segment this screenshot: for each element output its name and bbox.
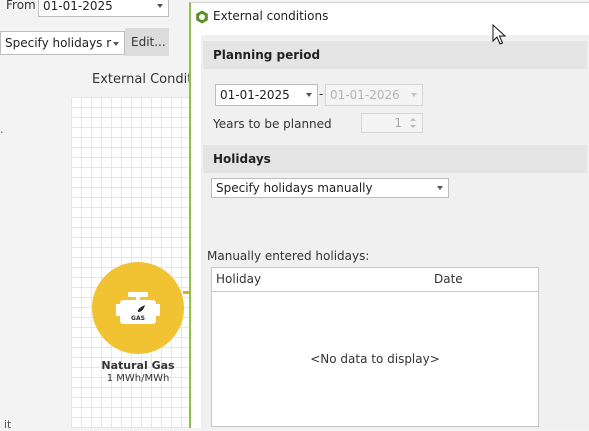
manual-holidays-label: Manually entered holidays: [207,249,370,263]
spin-down-icon [410,125,416,128]
column-header-holiday[interactable]: Holiday [216,272,261,286]
holidays-header: Holidays [203,145,587,173]
start-date-value: 01-01-2025 [220,88,290,102]
chevron-down-icon [306,93,312,97]
gas-icon: GAS [116,292,160,324]
years-to-plan-spinner: 1 [361,113,423,133]
chevron-down-icon [411,93,417,97]
dialog-body: Planning period 01-01-2025 - 01-01-2026 … [201,35,589,429]
holidays-table[interactable]: Holiday Date <No data to display> [211,267,539,427]
spin-up-icon [410,118,416,121]
chevron-down-icon [437,186,443,190]
external-conditions-dialog: External conditions Planning period 01-0… [189,2,589,429]
holidays-mode-combo[interactable]: Specify holidays r [0,31,125,55]
left-edge-mark: · [0,126,4,139]
chevron-down-icon [113,42,119,46]
table-header-row: Holiday Date [212,268,538,292]
planning-period-header: Planning period [203,41,587,69]
left-edge-text: it [4,418,12,431]
end-date-value: 01-01-2026 [330,88,400,102]
dialog-title: External conditions [213,9,329,23]
canvas-title: External Conditi [92,72,196,87]
app-logo-icon [196,10,208,24]
edit-button[interactable]: Edit... [125,28,169,56]
svg-text:GAS: GAS [131,315,145,322]
from-date-value: 01-01-2025 [43,0,113,13]
natural-gas-label: Natural Gas [101,359,175,372]
column-header-date[interactable]: Date [434,272,463,286]
holidays-mode-select[interactable]: Specify holidays manually [211,178,449,198]
years-to-plan-value: 1 [394,116,402,130]
chevron-down-icon [157,4,163,8]
natural-gas-node[interactable]: GAS [92,262,184,354]
holidays-mode-value: Specify holidays r [5,36,112,50]
years-to-plan-label: Years to be planned [213,117,332,131]
date-range-separator: - [319,87,324,101]
from-label: From [6,0,36,12]
dialog-title-bar[interactable]: External conditions [191,3,589,31]
from-date-picker[interactable]: 01-01-2025 [38,0,169,17]
mouse-cursor-icon [492,24,507,45]
holidays-mode-select-value: Specify holidays manually [216,181,373,195]
natural-gas-sublabel: 1 MWh/MWh [106,373,170,384]
end-date-picker: 01-01-2026 [325,84,423,106]
table-empty-message: <No data to display> [310,352,440,366]
start-date-picker[interactable]: 01-01-2025 [215,84,318,106]
